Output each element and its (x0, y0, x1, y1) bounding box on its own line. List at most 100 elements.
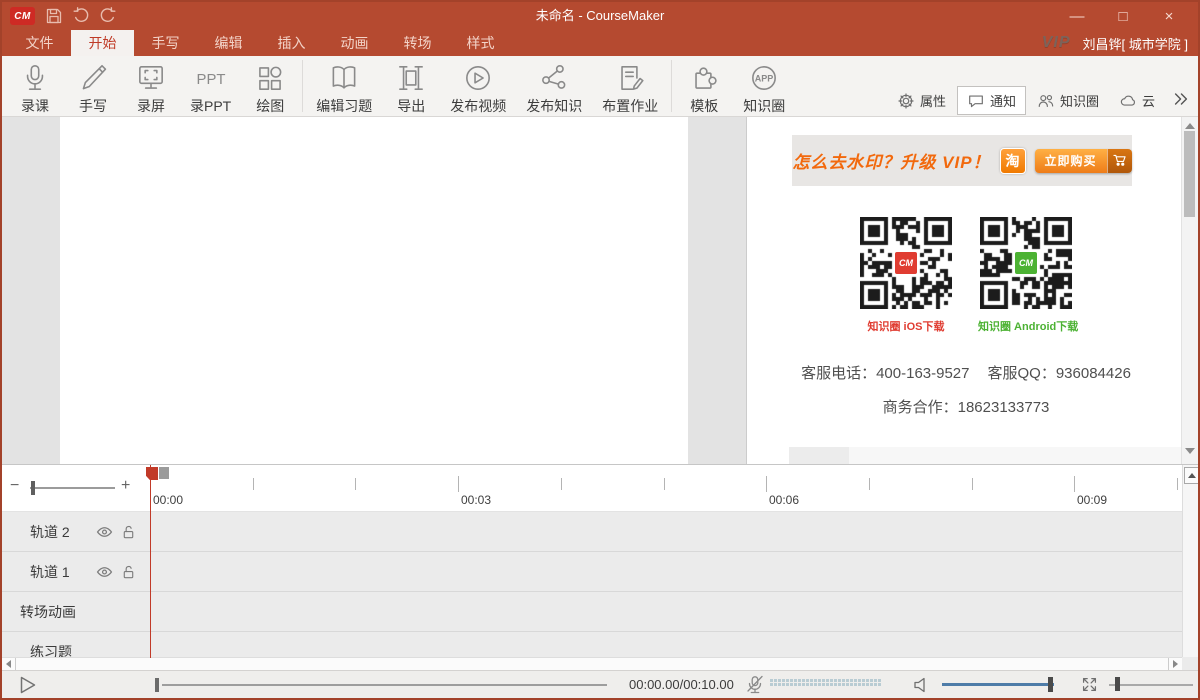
microphone-muted-icon[interactable] (744, 674, 766, 696)
book-icon (325, 60, 363, 96)
properties-button[interactable]: 属性 (888, 87, 955, 114)
publish-video-button[interactable]: 发布视频 (440, 58, 516, 118)
timeline-scroll-up-icon[interactable] (1184, 467, 1199, 484)
eye-icon[interactable] (96, 523, 113, 540)
ruler-tick (869, 478, 870, 490)
meter-cell (878, 679, 881, 682)
track-row-transition-animation[interactable]: 转场动画 (2, 592, 1182, 632)
panel-scrollbar[interactable] (1181, 117, 1198, 464)
meter-cell (794, 683, 797, 686)
seek-slider-track[interactable] (162, 684, 607, 686)
vip-ad-banner[interactable]: 怎么去水印？升级 VIP！ 淘 立即购买 (792, 135, 1132, 186)
volume-slider-handle[interactable] (1048, 677, 1053, 692)
meter-cell (870, 679, 873, 682)
track-row-track-1[interactable]: 轨道 1 (2, 552, 1182, 592)
notifications-label: 通知 (990, 91, 1016, 110)
time-ruler[interactable]: 00:0000:0300:0600:09 (150, 465, 1182, 512)
meter-cell (838, 683, 841, 686)
export-button[interactable]: 导出 (382, 58, 440, 118)
preview-zoom-slider-track[interactable] (1109, 684, 1193, 686)
user-account-label[interactable]: 刘昌铧[ 城市学院 ] (1083, 34, 1188, 53)
zoom-slider-handle[interactable] (31, 481, 35, 495)
record-lesson-button[interactable]: 录课 (6, 58, 64, 118)
fullscreen-icon[interactable] (1079, 674, 1100, 695)
maximize-button[interactable]: □ (1100, 2, 1146, 30)
playhead-handle[interactable] (159, 467, 169, 479)
draw-button[interactable]: 绘图 (241, 58, 299, 118)
scroll-up-icon[interactable] (1185, 123, 1195, 129)
minimize-button[interactable]: — (1054, 2, 1100, 30)
play-button[interactable] (16, 674, 38, 696)
support-qq: 客服QQ：936084426 (988, 362, 1131, 383)
timeline-scroll-left-icon[interactable] (2, 658, 16, 670)
notifications-button[interactable]: 通知 (957, 86, 1026, 115)
track-row-track-2[interactable]: 轨道 2 (2, 512, 1182, 552)
timeline-scroll-right-icon[interactable] (1168, 658, 1182, 670)
svg-text:PPT: PPT (196, 72, 225, 88)
zoom-out-button[interactable]: − (10, 477, 19, 495)
save-icon[interactable] (44, 6, 64, 26)
meter-cell (842, 679, 845, 682)
close-button[interactable]: × (1146, 2, 1192, 30)
scrollbar-thumb[interactable] (1184, 131, 1195, 217)
ruler-tick (1074, 476, 1075, 492)
tab-edit[interactable]: 编辑 (197, 30, 260, 56)
tab-insert[interactable]: 插入 (260, 30, 323, 56)
window-controls: — □ × (1054, 2, 1192, 30)
toolbar-separator (671, 60, 672, 112)
meter-cell (846, 683, 849, 686)
meter-cell (782, 679, 785, 682)
zoom-in-button[interactable]: + (121, 477, 130, 495)
notification-panel: 怎么去水印？升级 VIP！ 淘 立即购买 CM知识圈 iOS下载CM知识圈 An… (751, 117, 1181, 464)
tab-animation[interactable]: 动画 (323, 30, 386, 56)
assignment-icon (611, 60, 649, 96)
timeline-horizontal-scrollbar[interactable] (2, 657, 1182, 670)
meter-cell (826, 679, 829, 682)
scroll-down-icon[interactable] (1185, 448, 1195, 454)
seek-slider-handle[interactable] (155, 678, 159, 692)
edit-exercise-button[interactable]: 编辑习题 (306, 58, 382, 118)
preview-zoom-slider-handle[interactable] (1115, 677, 1120, 691)
volume-slider-track[interactable] (942, 683, 1054, 686)
knowledge-circle-button[interactable]: APP知识圈 (733, 58, 795, 118)
eye-icon[interactable] (96, 563, 113, 580)
meter-cell (854, 679, 857, 682)
meter-cell (858, 679, 861, 682)
redo-icon[interactable] (98, 6, 118, 26)
assign-homework-button[interactable]: 布置作业 (592, 58, 668, 118)
lock-open-icon[interactable] (121, 524, 136, 540)
speaker-icon[interactable] (912, 675, 932, 695)
cloud-button[interactable]: 云 (1110, 87, 1164, 114)
meter-cell (850, 683, 853, 686)
timeline-vertical-scrollbar[interactable] (1182, 465, 1198, 657)
publish-knowledge-button[interactable]: 发布知识 (516, 58, 592, 118)
track-row-exercises[interactable]: 练习题 (2, 632, 1182, 657)
handwrite-button[interactable]: 手写 (64, 58, 122, 118)
contact-info: 客服电话：400-163-9527 客服QQ：936084426 (751, 362, 1181, 383)
record-screen-button[interactable]: 录屏 (122, 58, 180, 118)
undo-icon[interactable] (71, 6, 91, 26)
record-ppt-button[interactable]: PPT录PPT (180, 58, 241, 118)
tab-file[interactable]: 文件 (8, 30, 71, 56)
tab-transition[interactable]: 转场 (386, 30, 449, 56)
zoom-slider-track[interactable] (30, 487, 115, 489)
taobao-icon[interactable]: 淘 (1000, 148, 1026, 174)
meter-cell (806, 683, 809, 686)
edit-exercise-label: 编辑习题 (316, 96, 372, 116)
tab-style[interactable]: 样式 (449, 30, 512, 56)
buy-now-button[interactable]: 立即购买 (1035, 149, 1132, 173)
tab-home[interactable]: 开始 (71, 30, 134, 56)
track-label-track-2: 轨道 2 (30, 522, 70, 542)
ruler-label: 00:06 (769, 493, 799, 507)
lock-open-icon[interactable] (121, 564, 136, 580)
cm-logo-icon: CM (893, 250, 919, 276)
cloud-label: 云 (1142, 91, 1155, 110)
meter-cell (874, 683, 877, 686)
knowledge-circle-panel-button[interactable]: 知识圈 (1028, 87, 1108, 114)
film-icon (392, 60, 430, 96)
tab-handwrite[interactable]: 手写 (134, 30, 197, 56)
editing-canvas[interactable] (60, 117, 688, 464)
template-button[interactable]: 模板 (675, 58, 733, 118)
audio-level-meter (770, 679, 882, 687)
toolbar-overflow-icon[interactable] (1172, 90, 1190, 108)
